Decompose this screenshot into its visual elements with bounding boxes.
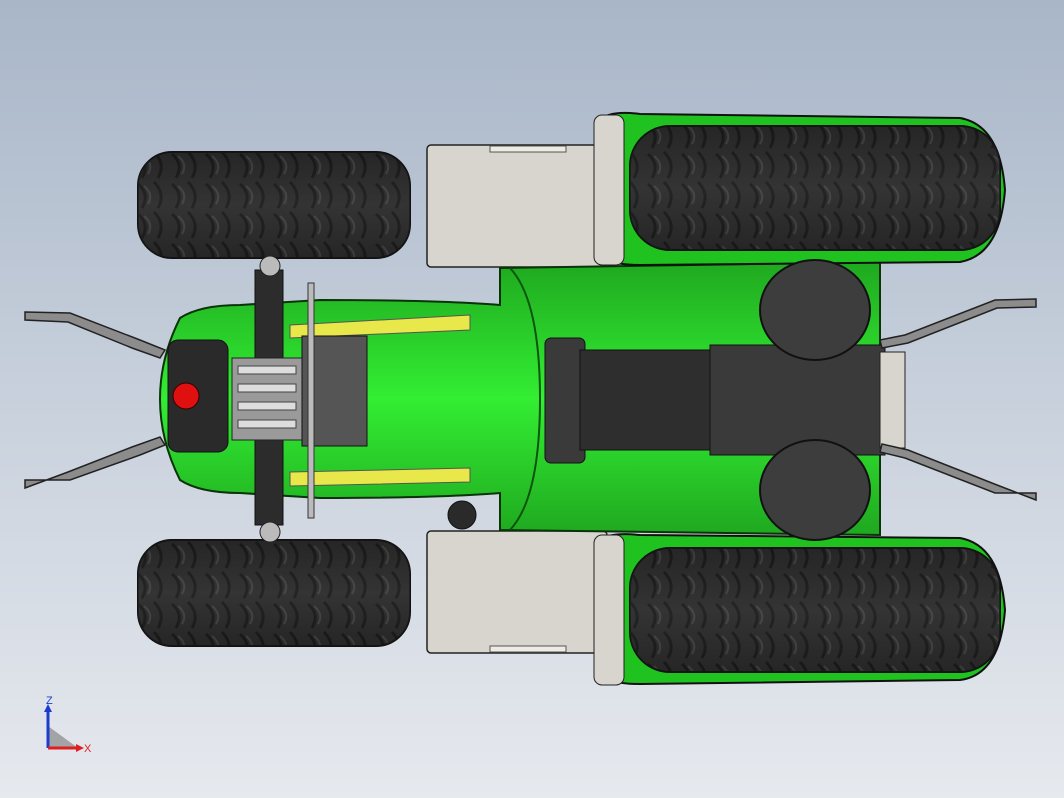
front-wheel-bottom	[137, 539, 411, 647]
rear-fender-top	[426, 144, 608, 268]
rear-wheel-caster	[447, 500, 477, 530]
x-axis-arrow-icon	[76, 744, 84, 752]
hub-front-top	[259, 255, 281, 277]
rear-fender-bottom	[426, 530, 608, 654]
front-hitch-arms	[24, 311, 167, 490]
rear-wheel-bottom	[593, 533, 1007, 686]
z-axis-label: Z	[46, 696, 53, 707]
cad-viewport[interactable]	[0, 0, 1064, 798]
front-wheel-top	[137, 151, 411, 259]
hub-front-bottom	[259, 521, 281, 543]
triad-plane	[48, 726, 78, 748]
rear-wheel-top	[593, 111, 1007, 267]
front-bumper	[167, 339, 229, 453]
axis-triad: Z X	[40, 695, 100, 756]
x-axis-label: X	[84, 743, 92, 755]
